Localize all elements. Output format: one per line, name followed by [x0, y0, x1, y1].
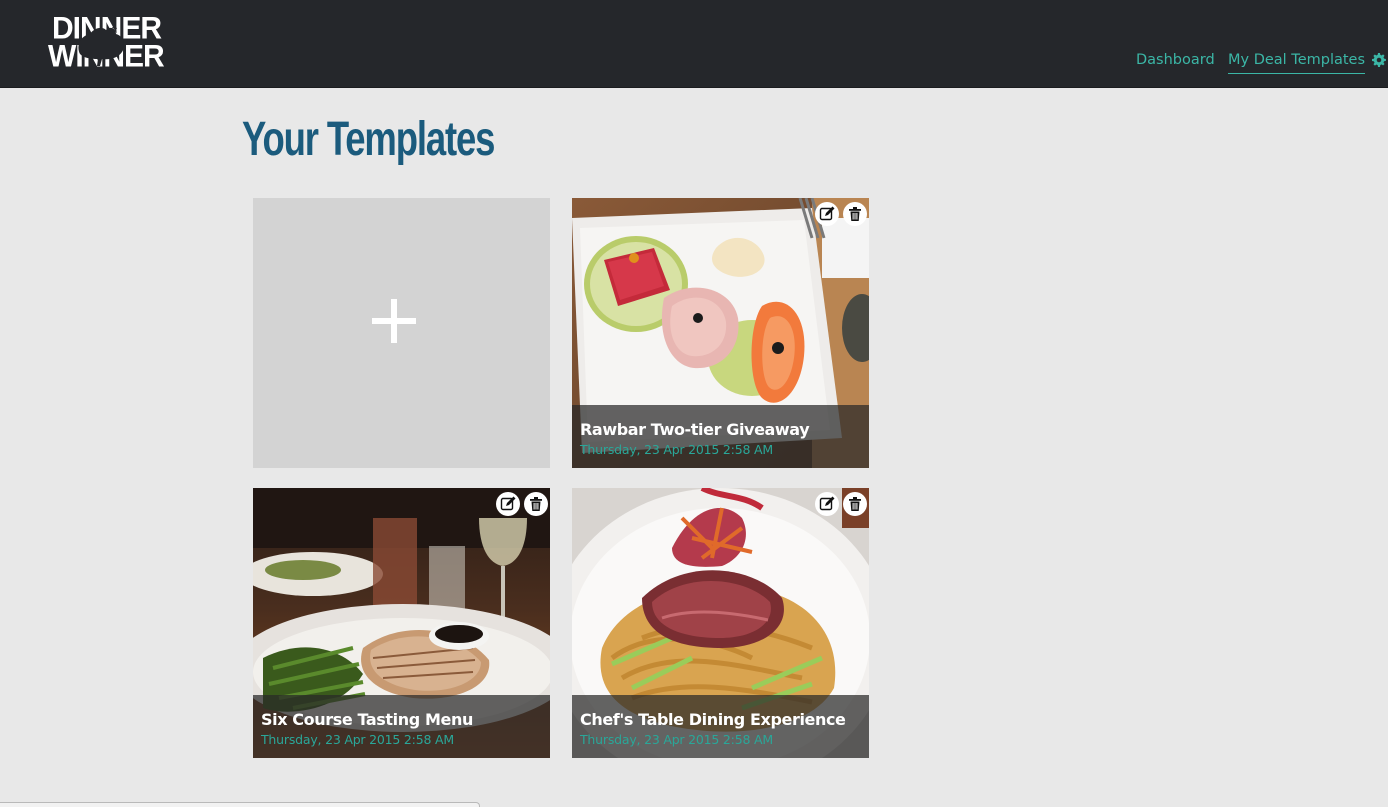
top-navigation-bar: DINNER WINNER Dashboard My Deal Template… [0, 0, 1388, 88]
template-caption: Six Course Tasting Menu Thursday, 23 Apr… [253, 695, 550, 758]
template-date: Thursday, 23 Apr 2015 2:58 AM [580, 732, 773, 747]
trash-icon [849, 207, 861, 221]
template-card[interactable]: Chef's Table Dining Experience Thursday,… [572, 488, 869, 758]
horizontal-scrollbar[interactable] [0, 802, 480, 807]
template-caption: Rawbar Two-tier Giveaway Thursday, 23 Ap… [572, 405, 869, 468]
edit-icon [819, 496, 835, 511]
edit-button[interactable] [815, 492, 839, 516]
delete-button[interactable] [843, 492, 867, 516]
template-date: Thursday, 23 Apr 2015 2:58 AM [580, 442, 773, 457]
template-title[interactable]: Six Course Tasting Menu [261, 710, 473, 729]
edit-button[interactable] [496, 492, 520, 516]
page-title: Your Templates [242, 113, 495, 166]
delete-button[interactable] [843, 202, 867, 226]
add-template-card[interactable] [253, 198, 550, 468]
edit-icon [500, 496, 516, 511]
template-title[interactable]: Rawbar Two-tier Giveaway [580, 420, 810, 439]
edit-icon [819, 206, 835, 221]
nav-dashboard-link[interactable]: Dashboard [1136, 50, 1215, 73]
gear-icon[interactable] [1372, 53, 1386, 67]
main-nav: Dashboard My Deal Templates [0, 50, 1388, 74]
trash-icon [849, 497, 861, 511]
nav-my-deal-templates-link[interactable]: My Deal Templates [1228, 50, 1366, 74]
template-card[interactable]: Rawbar Two-tier Giveaway Thursday, 23 Ap… [572, 198, 869, 468]
delete-button[interactable] [524, 492, 548, 516]
edit-button[interactable] [815, 202, 839, 226]
template-caption: Chef's Table Dining Experience Thursday,… [572, 695, 869, 758]
template-title[interactable]: Chef's Table Dining Experience [580, 710, 846, 729]
trash-icon [530, 497, 542, 511]
plus-icon-vertical [391, 299, 397, 343]
template-card[interactable]: Six Course Tasting Menu Thursday, 23 Apr… [253, 488, 550, 758]
template-date: Thursday, 23 Apr 2015 2:58 AM [261, 732, 454, 747]
